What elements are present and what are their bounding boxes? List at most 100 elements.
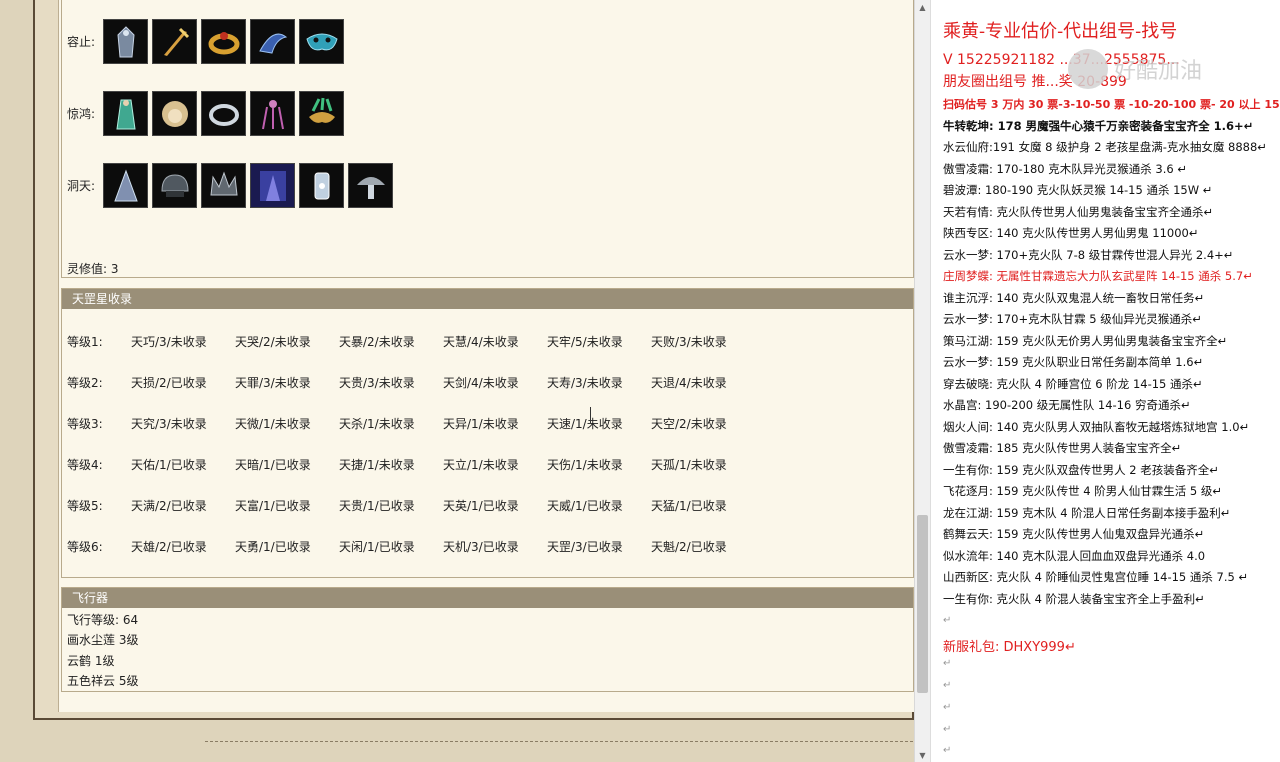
helmet-icon[interactable] — [152, 163, 197, 208]
star-entry: 天慧/4/未收录 — [443, 335, 519, 349]
flyer-item: 画水尘莲 3级 — [67, 633, 139, 647]
doc-margin — [930, 0, 931, 762]
star-entry: 天空/2/未收录 — [651, 417, 727, 431]
star-entry: 天暴/2/未收录 — [339, 335, 415, 349]
flyer-level: 飞行等级: 64 — [67, 613, 139, 627]
star-entry: 天剑/4/未收录 — [443, 376, 519, 390]
grade-label: 等级5: — [67, 499, 103, 513]
doc-line: 云水一梦: 159 克火队职业日常任务副本简单 1.6↵ — [943, 355, 1204, 369]
doc-title: 乘黄-专业估价-代出组号-找号 — [943, 21, 1178, 42]
equip-row-label: 洞天: — [67, 179, 96, 193]
doc-line: 龙在江湖: 159 克木队 4 阶混人日常任务副本接手盈利↵ — [943, 506, 1231, 520]
dashed-divider — [205, 741, 913, 742]
lamp-icon[interactable] — [299, 163, 344, 208]
star-entry: 天勇/1/已收录 — [235, 540, 311, 554]
star-entry: 天伤/1/未收录 — [547, 458, 623, 472]
paragraph-mark: ↵ — [943, 745, 952, 756]
star-entry: 天罪/3/未收录 — [235, 376, 311, 390]
feather-mask-icon[interactable] — [299, 91, 344, 136]
paragraph-mark: ↵ — [943, 680, 952, 691]
star-entry: 天杀/1/未收录 — [339, 417, 415, 431]
star-entry: 天损/2/已收录 — [131, 376, 207, 390]
star-entry: 天佑/1/已收录 — [131, 458, 207, 472]
page-scrollbar[interactable]: ▲ ▼ — [914, 0, 930, 762]
grade-label: 等级1: — [67, 335, 103, 349]
star-entry: 天罡/3/已收录 — [547, 540, 623, 554]
portal-icon[interactable] — [250, 163, 295, 208]
equip-row-label: 容止: — [67, 35, 96, 49]
star-entry: 天威/1/已收录 — [547, 499, 623, 513]
doc-line: 似水流年: 140 克木队混人回血血双盘异光通杀 4.0 — [943, 549, 1206, 563]
cloak-icon[interactable] — [103, 163, 148, 208]
watermark-logo: 好酷加油 — [1068, 44, 1268, 94]
claw-icon[interactable] — [250, 19, 295, 64]
star-entry: 天究/3/未收录 — [131, 417, 207, 431]
equip-row-jinghong: 惊鸿: — [67, 91, 348, 136]
star-entry: 天机/3/已收录 — [443, 540, 519, 554]
grade-row: 等级3: 天究/3/未收录 天微/1/未收录 天杀/1/未收录 天异/1/未收录… — [67, 415, 755, 432]
star-entry: 天牢/5/未收录 — [547, 335, 623, 349]
star-entry: 天寿/3/未收录 — [547, 376, 623, 390]
doc-line: 云水一梦: 170+克木队甘霖 5 级仙异光灵猴通杀↵ — [943, 312, 1202, 326]
doc-line: 水晶宫: 190-200 级无属性队 14-16 穷奇通杀↵ — [943, 398, 1191, 412]
crown-icon[interactable] — [201, 163, 246, 208]
star-entry: 天微/1/未收录 — [235, 417, 311, 431]
doc-line: 天若有情: 克火队传世男人仙男鬼装备宝宝齐全通杀↵ — [943, 205, 1214, 219]
game-page: 容止: 惊鸿: 洞天: 灵修值: 3 天罡星收录 等级1: 天巧/3/未收录 天… — [0, 0, 914, 762]
hair-icon[interactable] — [152, 91, 197, 136]
grade-row: 等级5: 天满/2/已收录 天富/1/已收录 天贵/1/已收录 天英/1/已收录… — [67, 497, 755, 514]
grade-label: 等级4: — [67, 458, 103, 472]
star-entry: 天异/1/未收录 — [443, 417, 519, 431]
doc-line: 一生有你: 克火队 4 阶混人装备宝宝齐全上手盈利↵ — [943, 592, 1205, 606]
doc-line: 一生有你: 159 克火队双盘传世男人 2 老孩装备齐全↵ — [943, 463, 1219, 477]
tiangang-section: 天罡星收录 等级1: 天巧/3/未收录 天哭/2/未收录 天暴/2/未收录 天慧… — [61, 288, 914, 578]
tassel-icon[interactable] — [250, 91, 295, 136]
robe-icon[interactable] — [103, 19, 148, 64]
star-entry: 天猛/1/已收录 — [651, 499, 727, 513]
scroll-thumb[interactable] — [917, 515, 928, 693]
star-entry: 天立/1/未收录 — [443, 458, 519, 472]
flyer-section: 飞行器 飞行等级: 64 画水尘莲 3级 云鹤 1级 五色祥云 5级 — [61, 587, 914, 692]
scroll-up-icon[interactable]: ▲ — [915, 0, 930, 14]
doc-line: 牛转乾坤: 178 男魔强牛心猿千万亲密装备宝宝齐全 1.6+↵ — [943, 119, 1254, 133]
lingxiu-value: 灵修值: 3 — [67, 262, 119, 276]
ring-icon[interactable] — [201, 19, 246, 64]
doc-line: 飞花逐月: 159 克火队传世 4 阶男人仙甘霖生活 5 级↵ — [943, 484, 1223, 498]
star-entry: 天魁/2/已收录 — [651, 540, 727, 554]
star-entry: 天巧/3/未收录 — [131, 335, 207, 349]
doc-line: 穿去破晓: 克火队 4 阶睡宫位 6 阶龙 14-15 通杀↵ — [943, 377, 1203, 391]
doc-line: 云水一梦: 170+克火队 7-8 级甘霖传世混人异光 2.4+↵ — [943, 248, 1234, 262]
star-entry: 天孤/1/未收录 — [651, 458, 727, 472]
doc-line: 策马江湖: 159 克火队无价男人男仙男鬼装备宝宝齐全↵ — [943, 334, 1228, 348]
star-entry: 天英/1/已收录 — [443, 499, 519, 513]
bracelet-icon[interactable] — [201, 91, 246, 136]
grade-row: 等级2: 天损/2/已收录 天罪/3/未收录 天贵/3/未收录 天剑/4/未收录… — [67, 374, 755, 391]
equipment-section: 容止: 惊鸿: 洞天: 灵修值: 3 — [61, 0, 914, 278]
star-entry: 天雄/2/已收录 — [131, 540, 207, 554]
document-pane: 乘黄-专业估价-代出组号-找号 V 15225921182 ...37...25… — [930, 0, 1280, 762]
grade-label: 等级6: — [67, 540, 103, 554]
star-entry: 天速/1/未收录 — [547, 417, 623, 431]
star-entry: 天贵/1/已收录 — [339, 499, 415, 513]
sword-icon[interactable] — [152, 19, 197, 64]
flyer-item: 五色祥云 5级 — [67, 674, 139, 688]
outfit-icon[interactable] — [103, 91, 148, 136]
star-entry: 天捷/1/未收录 — [339, 458, 415, 472]
doc-line: 傲雪凌霜: 170-180 克木队异光灵猴通杀 3.6 ↵ — [943, 162, 1187, 176]
star-entry: 天满/2/已收录 — [131, 499, 207, 513]
grade-row: 等级4: 天佑/1/已收录 天暗/1/已收录 天捷/1/未收录 天立/1/未收录… — [67, 456, 755, 473]
mushroom-icon[interactable] — [348, 163, 393, 208]
scroll-down-icon[interactable]: ▼ — [915, 748, 930, 762]
equip-row-dongtian: 洞天: — [67, 163, 397, 208]
mask-icon[interactable] — [299, 19, 344, 64]
grade-row: 等级1: 天巧/3/未收录 天哭/2/未收录 天暴/2/未收录 天慧/4/未收录… — [67, 333, 755, 350]
watermark-text: 好酷加油 — [1114, 59, 1203, 84]
doc-line: 烟火人间: 140 克火队男人双抽队畜牧无越塔炼狱地宫 1.0↵ — [943, 420, 1250, 434]
doc-line: 傲雪凌霜: 185 克火队传世男人装备宝宝齐全↵ — [943, 441, 1182, 455]
paragraph-mark: ↵ — [943, 658, 952, 669]
doc-line: 陕西专区: 140 克火队传世男人男仙男鬼 11000↵ — [943, 226, 1199, 240]
doc-gift-code: 新服礼包: DHXY999↵ — [943, 640, 1076, 655]
watermark-icon — [1068, 49, 1108, 89]
section-title: 飞行器 — [62, 588, 913, 608]
star-entry: 天暗/1/已收录 — [235, 458, 311, 472]
